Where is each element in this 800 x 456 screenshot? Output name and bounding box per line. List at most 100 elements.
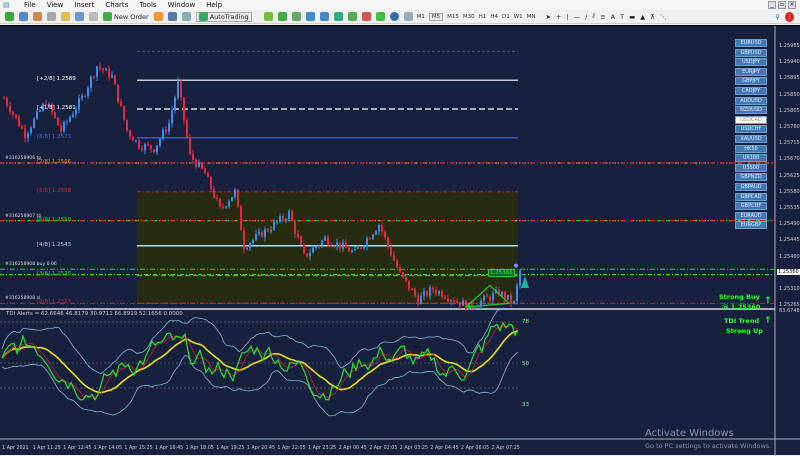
- candle-body: [312, 247, 314, 253]
- signals-icon[interactable]: [167, 12, 177, 21]
- symbol-button-uk100[interactable]: UK100: [735, 154, 767, 163]
- shapes-icon[interactable]: ⋱: [660, 12, 667, 22]
- horizontal-line-icon[interactable]: —: [574, 12, 581, 22]
- text-icon[interactable]: A: [611, 12, 615, 22]
- bar-chart-icon[interactable]: [263, 12, 273, 21]
- symbol-button-nzdusd[interactable]: NZDUSD: [735, 106, 767, 115]
- order-label[interactable]: #316258908 buy 0.06: [5, 262, 57, 267]
- symbol-button-xauusd[interactable]: XAUUSD: [735, 135, 767, 143]
- data-window-icon[interactable]: [47, 12, 56, 21]
- indicators-icon[interactable]: [375, 12, 385, 21]
- terminal-icon[interactable]: [75, 12, 84, 21]
- order-label[interactable]: #316258908 sl: [5, 296, 40, 301]
- new-order-button[interactable]: New Order: [103, 12, 149, 22]
- timeframe-m30[interactable]: M30: [463, 14, 475, 20]
- symbol-button-usdchf[interactable]: USDCHF: [735, 125, 767, 134]
- tdi-market-base-line: [1, 330, 519, 394]
- menu-file[interactable]: File: [24, 1, 36, 9]
- templates-icon[interactable]: [403, 12, 413, 21]
- restore-button[interactable]: ▫: [778, 1, 786, 9]
- symbol-button-usdcad[interactable]: USDCAD: [735, 115, 767, 124]
- symbol-button-us500[interactable]: US500: [735, 163, 767, 172]
- minimize-button[interactable]: _: [768, 1, 776, 9]
- vertical-line-icon[interactable]: |: [566, 12, 568, 22]
- order-label[interactable]: #316258907 tp: [5, 214, 41, 219]
- symbol-button-eurjpy[interactable]: EURJPY: [735, 67, 767, 76]
- autoscroll-icon[interactable]: [347, 12, 357, 21]
- timeframe-mn[interactable]: MN: [527, 14, 536, 20]
- tester-icon[interactable]: [89, 12, 98, 21]
- timeframe-w1[interactable]: W1: [514, 14, 523, 20]
- autotrading-button[interactable]: AutoTrading: [195, 11, 252, 22]
- timeframe-h4[interactable]: H4: [490, 14, 498, 20]
- navigator-icon[interactable]: [61, 12, 70, 21]
- periods-icon[interactable]: [389, 12, 399, 21]
- symbol-button-hk50[interactable]: HK50: [735, 144, 767, 153]
- menu-help[interactable]: Help: [206, 1, 222, 9]
- candle-body: [114, 75, 116, 85]
- tile-windows-icon[interactable]: [333, 12, 343, 21]
- candle-body: [132, 136, 134, 142]
- timeframe-m15[interactable]: M15: [447, 14, 459, 20]
- new-chart-icon[interactable]: [5, 12, 14, 21]
- candle-body: [492, 293, 494, 301]
- chart-shift-icon[interactable]: [361, 12, 371, 21]
- candle-body: [255, 234, 257, 240]
- symbol-button-gbpnzd[interactable]: GBPNZD: [735, 173, 767, 182]
- fibonacci-icon[interactable]: ≡: [600, 12, 605, 22]
- candle-body: [288, 211, 290, 220]
- cursor-icon[interactable]: ➤: [546, 12, 551, 22]
- candle-body: [399, 267, 401, 273]
- close-button[interactable]: ×: [788, 1, 796, 9]
- crosshair-icon[interactable]: +: [556, 12, 561, 22]
- symbol-button-eurusd[interactable]: EURUSD: [735, 39, 767, 47]
- candle-body: [462, 300, 464, 306]
- metaeditor-icon[interactable]: [153, 12, 163, 21]
- time-tick: 2 Apr 03:25: [399, 446, 429, 451]
- symbol-button-audusd[interactable]: AUDUSD: [735, 96, 767, 105]
- zoom-out-icon[interactable]: [319, 12, 329, 21]
- label-icon[interactable]: ▬: [629, 12, 635, 22]
- fibo-tools-icon[interactable]: ⊼: [650, 12, 655, 22]
- candle-body: [420, 295, 422, 305]
- symbol-button-gbpaud[interactable]: GBPAUD: [735, 183, 767, 191]
- murrey-level-label: [5/8] 1.2550: [37, 216, 72, 223]
- trendline-icon[interactable]: /: [585, 12, 587, 22]
- symbol-button-gbpusd[interactable]: GBPUSD: [735, 48, 767, 57]
- order-label[interactable]: #316258906 tp: [5, 156, 41, 161]
- symbol-button-gbpjpy[interactable]: GBPJPY: [735, 77, 767, 86]
- candle-body: [519, 270, 521, 286]
- candlestick-icon[interactable]: [277, 12, 287, 21]
- symbol-button-gbpchf[interactable]: GBPCHF: [735, 202, 767, 211]
- market-watch-icon[interactable]: [33, 12, 42, 21]
- time-tick: 1 Apr 2021: [2, 446, 29, 451]
- symbol-button-gbpcad[interactable]: GBPCAD: [735, 192, 767, 201]
- menu-charts[interactable]: Charts: [105, 1, 128, 9]
- channel-icon[interactable]: ⫽: [592, 12, 595, 22]
- text-label-icon[interactable]: T: [620, 12, 624, 22]
- candle-body: [438, 291, 440, 294]
- symbol-button-cadjpy[interactable]: CADJPY: [735, 87, 767, 95]
- chart-window[interactable]: [+2/8] 1.2589 [+1/8] 1.2581 [8/8] 1.2573 [7…: [0, 25, 800, 456]
- candle-body: [444, 297, 446, 299]
- profiles-icon[interactable]: [19, 12, 28, 21]
- menu-view[interactable]: View: [47, 1, 64, 9]
- menu-insert[interactable]: Insert: [74, 1, 94, 9]
- zoom-in-icon[interactable]: [305, 12, 315, 21]
- menu-window[interactable]: Window: [168, 1, 196, 9]
- search-icon[interactable]: ⚲: [775, 12, 780, 22]
- symbol-button-eurgbp[interactable]: EURGBP: [735, 221, 767, 230]
- line-chart-icon[interactable]: [291, 12, 301, 21]
- notification-icon[interactable]: !: [785, 11, 794, 22]
- symbol-button-usdjpy[interactable]: USDJPY: [735, 58, 767, 67]
- timeframe-d1[interactable]: D1: [502, 14, 510, 20]
- candle-body: [174, 97, 176, 111]
- symbol-button-euraud[interactable]: EURAUD: [735, 211, 767, 220]
- arrow-shape-icon[interactable]: ▲: [640, 12, 645, 22]
- timeframe-m1[interactable]: M1: [417, 14, 425, 20]
- menu-tools[interactable]: Tools: [139, 1, 156, 9]
- price-chart[interactable]: [0, 26, 800, 456]
- market-icon[interactable]: [181, 12, 191, 21]
- timeframe-m5[interactable]: M5: [428, 12, 444, 21]
- timeframe-h1[interactable]: H1: [479, 14, 487, 20]
